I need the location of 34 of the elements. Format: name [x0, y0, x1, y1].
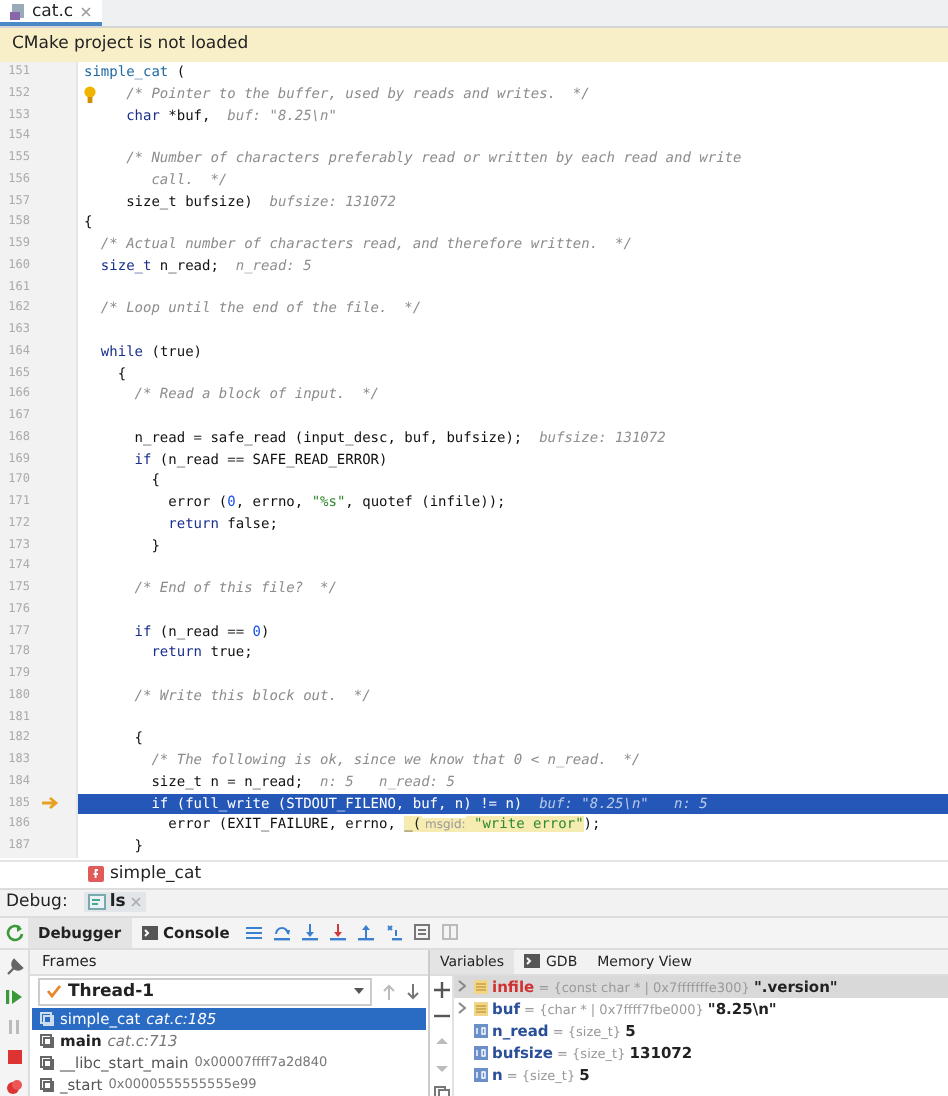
- field-icon: [474, 979, 488, 994]
- step-out-icon[interactable]: [357, 923, 374, 942]
- stop-icon[interactable]: [5, 1047, 23, 1066]
- notification-banner: CMake project is not loaded: [0, 28, 948, 62]
- value-icon: [474, 1045, 488, 1060]
- resume-icon[interactable]: [5, 987, 23, 1006]
- step-over-icon[interactable]: [273, 923, 290, 942]
- console-icon: [141, 925, 158, 940]
- breakpoints-icon[interactable]: [5, 1077, 23, 1096]
- run-to-cursor-icon[interactable]: [385, 923, 402, 942]
- console-icon: [87, 894, 106, 911]
- execution-arrow-icon: [41, 796, 59, 811]
- rerun-icon[interactable]: [5, 923, 23, 942]
- file-icon: [10, 2, 26, 20]
- dropdown-arrow-icon: [354, 988, 364, 995]
- list-icon[interactable]: [245, 923, 262, 942]
- function-icon: [88, 866, 104, 883]
- step-into-icon[interactable]: [301, 923, 318, 942]
- plus-icon[interactable]: [433, 981, 449, 998]
- arrow-up-icon[interactable]: [382, 983, 396, 1000]
- arrow-down-icon[interactable]: [406, 983, 420, 1000]
- value-icon: [474, 1023, 488, 1038]
- editor-tab[interactable]: cat.c: [0, 0, 102, 26]
- console-icon: [524, 954, 540, 969]
- breadcrumb-item[interactable]: simple_cat: [88, 864, 202, 885]
- session-tab[interactable]: ls: [83, 892, 146, 913]
- close-icon[interactable]: [79, 5, 92, 17]
- value-icon: [474, 1067, 488, 1082]
- debug-label: Debug:: [6, 892, 68, 913]
- force-step-into-icon[interactable]: [329, 923, 346, 942]
- thread-dropdown[interactable]: Thread-1: [38, 977, 372, 1006]
- checkmark-icon: [46, 984, 62, 999]
- move-up-icon[interactable]: [433, 1033, 449, 1050]
- field-icon: [474, 1001, 488, 1016]
